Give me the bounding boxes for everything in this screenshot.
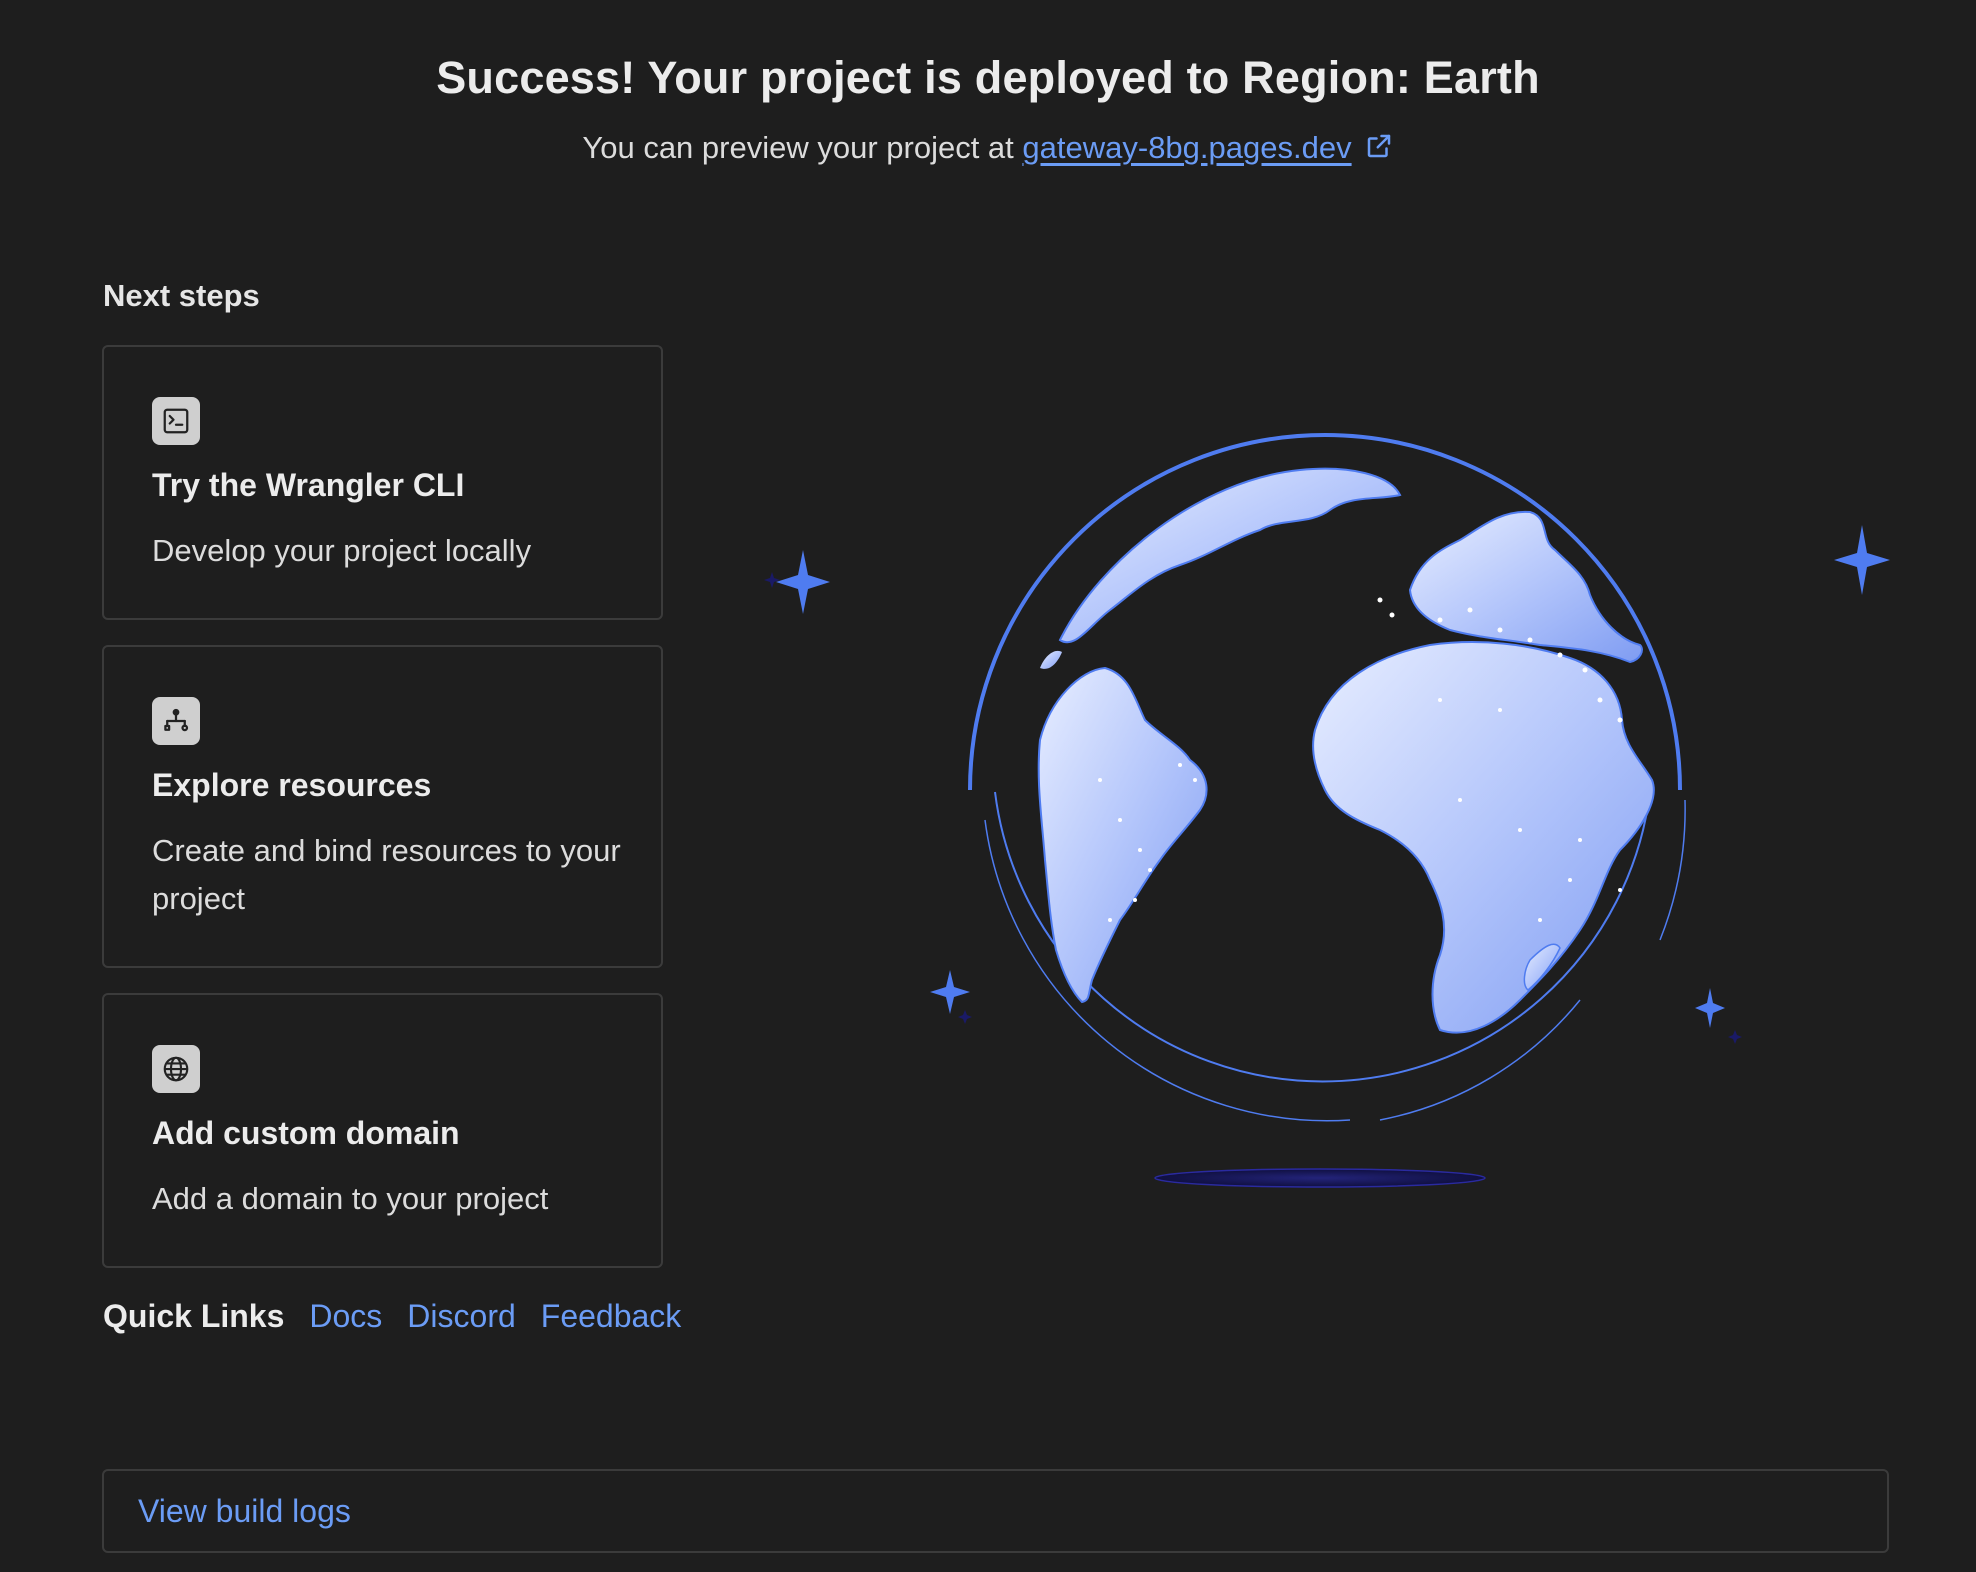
card-title: Explore resources: [152, 767, 432, 803]
docs-link[interactable]: Docs: [309, 1298, 382, 1335]
resources-icon: [152, 697, 200, 745]
view-build-logs-link[interactable]: View build logs: [138, 1493, 351, 1530]
earth-globe-illustration: [740, 400, 1920, 1220]
preview-line: You can preview your project at gateway-…: [0, 130, 1976, 166]
external-link-icon[interactable]: [1364, 131, 1394, 161]
quick-links: Quick Links Docs Discord Feedback: [103, 1298, 681, 1335]
discord-link[interactable]: Discord: [407, 1298, 515, 1335]
wrangler-cli-card[interactable]: Try the Wrangler CLI Develop your projec…: [102, 345, 663, 620]
card-description: Create and bind resources to your projec…: [152, 833, 621, 916]
page-title: Success! Your project is deployed to Reg…: [436, 52, 1540, 103]
preview-prefix: You can preview your project at: [582, 130, 1014, 165]
preview-link[interactable]: gateway-8bg.pages.dev: [1022, 130, 1351, 165]
custom-domain-card[interactable]: Add custom domain Add a domain to your p…: [102, 993, 663, 1268]
next-steps-heading: Next steps: [103, 278, 260, 313]
build-logs-panel[interactable]: View build logs: [102, 1469, 1889, 1553]
card-title: Try the Wrangler CLI: [152, 467, 465, 503]
card-title: Add custom domain: [152, 1115, 460, 1151]
explore-resources-card[interactable]: Explore resources Create and bind resour…: [102, 645, 663, 968]
terminal-icon: [152, 397, 200, 445]
quick-links-label: Quick Links: [103, 1298, 285, 1334]
card-description: Add a domain to your project: [152, 1181, 549, 1216]
feedback-link[interactable]: Feedback: [541, 1298, 682, 1335]
globe-icon: [152, 1045, 200, 1093]
card-description: Develop your project locally: [152, 533, 532, 568]
